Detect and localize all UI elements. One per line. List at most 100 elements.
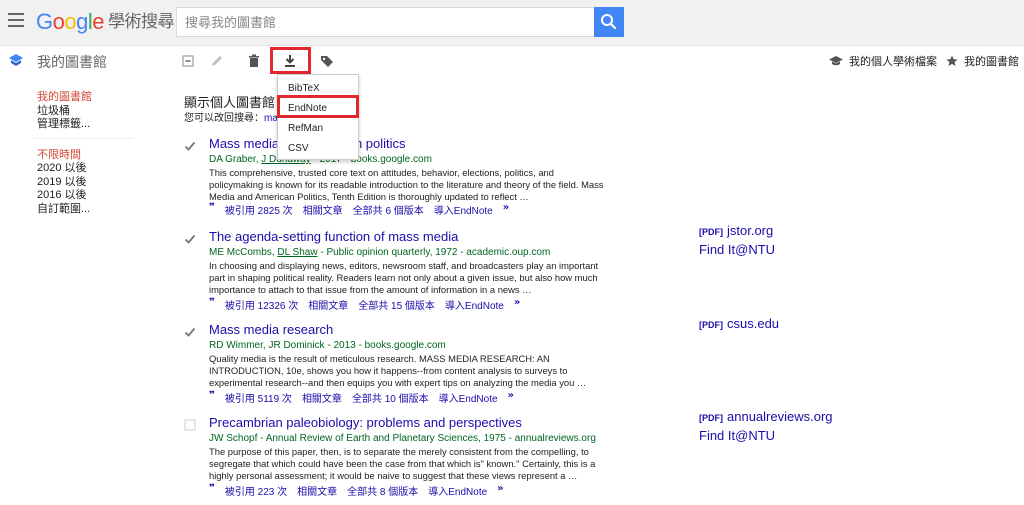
export-csv[interactable]: CSV <box>278 139 358 159</box>
import-endnote-link[interactable]: 導入EndNote <box>445 297 504 312</box>
result-authors: RD Wimmer, JR Dominick - 2013 - books.go… <box>209 340 446 351</box>
label-icon[interactable] <box>317 51 337 71</box>
deselect-icon[interactable] <box>178 51 198 71</box>
result-authors: JW Schopf - Annual Review of Earth and P… <box>209 433 596 444</box>
sidebar-item-manage-labels[interactable]: 管理標籤... <box>37 118 147 132</box>
import-endnote-link[interactable]: 導入EndNote <box>428 483 487 498</box>
library-icon <box>9 54 23 66</box>
pdf-tag: [PDF] <box>699 227 723 237</box>
cited-by-link[interactable]: 被引用 2825 次 <box>225 202 293 217</box>
export-highlight-box <box>270 47 311 74</box>
cite-icon[interactable]: ❞ <box>209 297 215 312</box>
author-link[interactable]: DL Shaw <box>277 247 317 258</box>
fulltext-label: csus.edu <box>727 316 780 331</box>
cited-by-link[interactable]: 被引用 12326 次 <box>225 297 298 312</box>
fulltext-label: Find It@NTU <box>699 242 776 257</box>
sidebar-item-since-2016[interactable]: 2016 以後 <box>37 189 147 203</box>
result-actions: ❞ 被引用 223 次相關文章 全部共 8 個版本 導入EndNote » <box>209 483 514 498</box>
sidebar-item-any-time[interactable]: 不限時間 <box>37 149 147 163</box>
fulltext-link[interactable]: [PDF] annualreviews.org <box>699 408 833 427</box>
cite-icon[interactable]: ❞ <box>209 390 215 405</box>
result-actions: ❞ 被引用 5119 次相關文章 全部共 10 個版本 導入EndNote » <box>209 390 524 405</box>
fulltext-link[interactable]: [PDF] jstor.org <box>699 222 775 241</box>
page-subtitle: 您可以改回搜尋：ma <box>184 109 278 124</box>
fulltext-link[interactable]: Find It@NTU <box>699 241 775 258</box>
result-item: The agenda-setting function of mass medi… <box>184 229 614 314</box>
source-text: - Public opinion quarterly, 1972 - acade… <box>317 247 551 258</box>
logo-subtitle: 學術搜尋 <box>108 12 175 31</box>
cite-icon[interactable]: ❞ <box>209 202 215 217</box>
import-endnote-link[interactable]: 導入EndNote <box>439 390 498 405</box>
fulltext-label: jstor.org <box>727 223 774 238</box>
export-refman[interactable]: RefMan <box>278 119 358 139</box>
result-title-link[interactable]: Mass media research <box>209 322 333 337</box>
result-title-link[interactable]: Precambrian paleobiology: problems and p… <box>209 415 522 430</box>
result-item: Mass media research RD Wimmer, JR Dominic… <box>184 322 614 407</box>
cited-by-link[interactable]: 被引用 223 次 <box>225 483 287 498</box>
subtitle-link[interactable]: ma <box>264 113 278 124</box>
more-icon[interactable]: » <box>503 202 509 217</box>
result-checkbox[interactable] <box>184 233 196 245</box>
library-toolbar: 我的圖書館 我的個人學術檔案 我的圖書館 <box>0 46 1024 76</box>
more-icon[interactable]: » <box>514 297 520 312</box>
sidebar-item-trash[interactable]: 垃圾桶 <box>37 105 147 119</box>
authors-text: ME McCombs, <box>209 247 278 258</box>
sidebar: 我的圖書館 垃圾桶 管理標籤... 不限時間 2020 以後 2019 以後 2… <box>33 91 147 217</box>
cite-icon[interactable]: ❞ <box>209 483 215 498</box>
result-item: Precambrian paleobiology: problems and p… <box>184 415 614 500</box>
cited-by-link[interactable]: 被引用 5119 次 <box>225 390 292 405</box>
result-snippet: In choosing and displaying news, editors… <box>209 260 599 295</box>
result-side-links: [PDF] csus.edu <box>699 315 779 334</box>
more-icon[interactable]: » <box>497 483 503 498</box>
all-versions-link[interactable]: 全部共 15 個版本 <box>358 297 435 312</box>
fulltext-label: annualreviews.org <box>727 409 833 424</box>
my-profile-link[interactable]: 我的個人學術檔案 <box>829 53 937 69</box>
my-library-link[interactable]: 我的圖書館 <box>946 53 1019 69</box>
edit-icon[interactable] <box>207 51 227 71</box>
more-icon[interactable]: » <box>508 390 514 405</box>
result-checkbox[interactable] <box>184 140 196 152</box>
sidebar-item-my-library[interactable]: 我的圖書館 <box>37 91 147 105</box>
result-side-links: [PDF] annualreviews.org Find It@NTU <box>699 408 833 444</box>
search-icon <box>601 14 617 30</box>
result-snippet: This comprehensive, trusted core text on… <box>209 167 604 202</box>
fulltext-link[interactable]: [PDF] csus.edu <box>699 315 779 334</box>
search-button[interactable] <box>594 7 624 37</box>
top-bar: Google 學術搜尋 <box>0 0 1024 46</box>
fulltext-label: Find It@NTU <box>699 428 776 443</box>
all-versions-link[interactable]: 全部共 10 個版本 <box>352 390 429 405</box>
related-articles-link[interactable]: 相關文章 <box>297 483 337 498</box>
sidebar-item-since-2019[interactable]: 2019 以後 <box>37 176 147 190</box>
fulltext-link[interactable]: Find It@NTU <box>699 427 833 444</box>
authors-text: RD Wimmer, JR Dominick <box>209 340 325 351</box>
graduation-cap-icon <box>829 56 843 66</box>
sidebar-item-since-2020[interactable]: 2020 以後 <box>37 162 147 176</box>
related-articles-link[interactable]: 相關文章 <box>302 390 342 405</box>
related-articles-link[interactable]: 相關文章 <box>303 202 343 217</box>
google-scholar-logo[interactable]: Google 學術搜尋 <box>36 9 175 35</box>
menu-icon[interactable] <box>8 13 24 27</box>
result-snippet: The purpose of this paper, then, is to s… <box>209 446 596 481</box>
result-snippet: Quality media is the result of meticulou… <box>209 353 587 388</box>
pdf-tag: [PDF] <box>699 413 723 423</box>
all-versions-link[interactable]: 全部共 8 個版本 <box>347 483 418 498</box>
sidebar-item-custom-range[interactable]: 自訂範圍... <box>37 203 147 217</box>
library-title: 我的圖書館 <box>37 54 107 70</box>
result-item: Mass media and American politicsDA Grabe… <box>184 136 614 221</box>
subtitle-text: 您可以改回搜尋： <box>184 113 264 124</box>
search-input[interactable] <box>176 7 594 37</box>
result-actions: ❞ 被引用 2825 次相關文章 全部共 6 個版本 導入EndNote » <box>209 202 519 217</box>
pdf-tag: [PDF] <box>699 320 723 330</box>
result-actions: ❞ 被引用 12326 次相關文章 全部共 15 個版本 導入EndNote » <box>209 297 530 312</box>
my-library-label: 我的圖書館 <box>964 56 1019 68</box>
authors-text: DA Graber, <box>209 154 262 165</box>
delete-icon[interactable] <box>244 51 264 71</box>
result-side-links: [PDF] jstor.org Find It@NTU <box>699 222 775 258</box>
import-endnote-link[interactable]: 導入EndNote <box>434 202 493 217</box>
result-checkbox[interactable] <box>184 326 196 338</box>
related-articles-link[interactable]: 相關文章 <box>308 297 348 312</box>
result-checkbox[interactable] <box>184 419 196 431</box>
all-versions-link[interactable]: 全部共 6 個版本 <box>353 202 424 217</box>
source-text: - 2013 - books.google.com <box>324 340 446 351</box>
result-title-link[interactable]: The agenda-setting function of mass medi… <box>209 229 458 244</box>
